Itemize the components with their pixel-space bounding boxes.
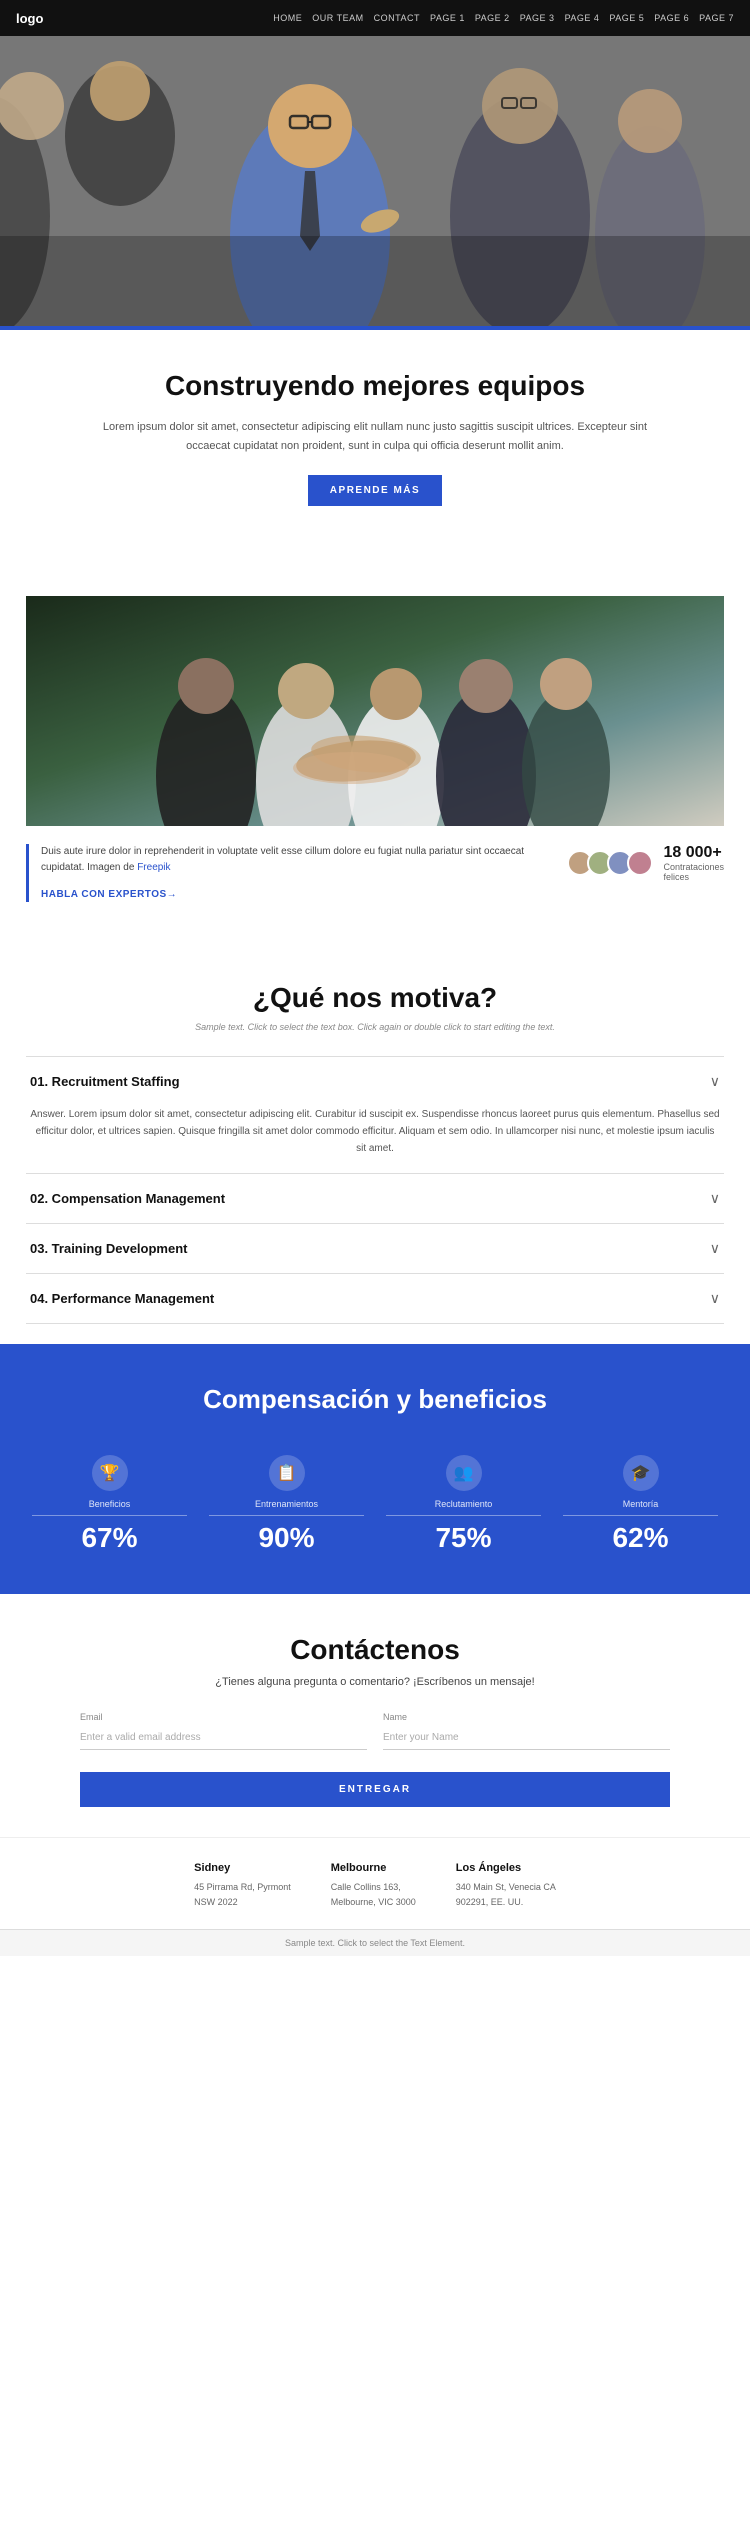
contact-subtitle: ¿Tienes alguna pregunta o comentario? ¡E…: [80, 1676, 670, 1688]
beneficios-label: Beneficios: [32, 1499, 187, 1516]
spacer2: [0, 922, 750, 942]
accordion-header-04[interactable]: 04. Performance Management ∨: [26, 1274, 724, 1323]
nav-page1[interactable]: PAGE 1: [430, 13, 465, 23]
entrenamientos-icon: 📋: [269, 1455, 305, 1491]
nav-page3[interactable]: PAGE 3: [520, 13, 555, 23]
stats-number: 18 000+: [663, 844, 724, 862]
name-label: Name: [383, 1712, 670, 1722]
contact-form: Email Name ENTREGAR: [80, 1712, 670, 1807]
nav-page2[interactable]: PAGE 2: [475, 13, 510, 23]
spacer1: [0, 536, 750, 566]
chevron-icon-04: ∨: [710, 1290, 720, 1307]
nav-page7[interactable]: PAGE 7: [699, 13, 734, 23]
navbar: logo HOME OUR TEAM CONTACT PAGE 1 PAGE 2…: [0, 0, 750, 36]
motiva-title: ¿Qué nos motiva?: [26, 982, 724, 1014]
accordion-header-03[interactable]: 03. Training Development ∨: [26, 1224, 724, 1273]
nav-page6[interactable]: PAGE 6: [654, 13, 689, 23]
accordion-title-03: 03. Training Development: [30, 1241, 188, 1256]
reclutamiento-percent: 75%: [386, 1522, 541, 1554]
comp-card-mentoria: 🎓 Mentoría 62%: [557, 1445, 724, 1564]
team-image: [26, 596, 724, 826]
address-losangeles: 340 Main St, Venecia CA902291, EE. UU.: [456, 1880, 556, 1909]
location-sidney: Sidney 45 Pirrama Rd, PyrmontNSW 2022: [194, 1862, 291, 1909]
avatar-4: [627, 850, 653, 876]
section-team-image: [0, 566, 750, 826]
location-losangeles: Los Ángeles 340 Main St, Venecia CA90229…: [456, 1862, 556, 1909]
reclutamiento-icon: 👥: [446, 1455, 482, 1491]
accordion-item-02: 02. Compensation Management ∨: [26, 1174, 724, 1224]
comp-grid: 🏆 Beneficios 67% 📋 Entrenamientos 90% 👥 …: [26, 1445, 724, 1564]
accordion-header-01[interactable]: 01. Recruitment Staffing ∨: [26, 1057, 724, 1106]
bottom-bar: Sample text. Click to select the Text El…: [0, 1929, 750, 1956]
stats-body: Duis aute irure dolor in reprehenderit i…: [41, 844, 547, 876]
beneficios-percent: 67%: [32, 1522, 187, 1554]
entrenamientos-label: Entrenamientos: [209, 1499, 364, 1516]
accordion-body-01: Answer. Lorem ipsum dolor sit amet, cons…: [26, 1106, 724, 1173]
comp-card-beneficios: 🏆 Beneficios 67%: [26, 1445, 193, 1564]
accordion: 01. Recruitment Staffing ∨ Answer. Lorem…: [26, 1056, 724, 1324]
accordion-title-04: 04. Performance Management: [30, 1291, 214, 1306]
habla-link[interactable]: HABLA CON EXPERTOS→: [41, 889, 177, 900]
accordion-title-01: 01. Recruitment Staffing: [30, 1074, 180, 1089]
nav-links: HOME OUR TEAM CONTACT PAGE 1 PAGE 2 PAGE…: [273, 13, 734, 23]
name-input[interactable]: [383, 1726, 670, 1750]
accordion-answer-01: Answer. Lorem ipsum dolor sit amet, cons…: [30, 1106, 720, 1157]
email-label: Email: [80, 1712, 367, 1722]
city-melbourne: Melbourne: [331, 1862, 416, 1874]
stats-text: Duis aute irure dolor in reprehenderit i…: [26, 844, 547, 902]
section-contact: Contáctenos ¿Tienes alguna pregunta o co…: [0, 1594, 750, 1837]
accordion-header-02[interactable]: 02. Compensation Management ∨: [26, 1174, 724, 1223]
motiva-subtitle: Sample text. Click to select the text bo…: [26, 1022, 724, 1032]
construyendo-title: Construyendo mejores equipos: [80, 370, 670, 402]
stats-label: Contratacionesfelices: [663, 862, 724, 882]
avatar-group: [567, 850, 653, 876]
city-sidney: Sidney: [194, 1862, 291, 1874]
section-stats: Duis aute irure dolor in reprehenderit i…: [0, 826, 750, 922]
accordion-item-04: 04. Performance Management ∨: [26, 1274, 724, 1324]
reclutamiento-label: Reclutamiento: [386, 1499, 541, 1516]
chevron-icon-02: ∨: [710, 1190, 720, 1207]
accordion-item-03: 03. Training Development ∨: [26, 1224, 724, 1274]
footer-locations: Sidney 45 Pirrama Rd, PyrmontNSW 2022 Me…: [0, 1837, 750, 1929]
hero-image: [0, 36, 750, 326]
nav-our-team[interactable]: OUR TEAM: [312, 13, 363, 23]
nav-contact[interactable]: CONTACT: [374, 13, 420, 23]
section-motiva: ¿Qué nos motiva? Sample text. Click to s…: [0, 942, 750, 1344]
mentoria-icon: 🎓: [623, 1455, 659, 1491]
email-input[interactable]: [80, 1726, 367, 1750]
contact-title: Contáctenos: [80, 1634, 670, 1666]
accordion-item-01: 01. Recruitment Staffing ∨ Answer. Lorem…: [26, 1057, 724, 1174]
stats-right: 18 000+ Contratacionesfelices: [567, 844, 724, 882]
comp-title: Compensación y beneficios: [26, 1384, 724, 1415]
form-row: Email Name: [80, 1712, 670, 1750]
email-group: Email: [80, 1712, 367, 1750]
name-group: Name: [383, 1712, 670, 1750]
mentoria-percent: 62%: [563, 1522, 718, 1554]
hero-section: [0, 36, 750, 326]
mentoria-label: Mentoría: [563, 1499, 718, 1516]
bottom-bar-text: Sample text. Click to select the Text El…: [285, 1938, 465, 1948]
stats-count: 18 000+ Contratacionesfelices: [663, 844, 724, 882]
beneficios-icon: 🏆: [92, 1455, 128, 1491]
section-construyendo: Construyendo mejores equipos Lorem ipsum…: [0, 326, 750, 536]
submit-button[interactable]: ENTREGAR: [80, 1772, 670, 1807]
nav-home[interactable]: HOME: [273, 13, 302, 23]
nav-page4[interactable]: PAGE 4: [565, 13, 600, 23]
comp-card-entrenamientos: 📋 Entrenamientos 90%: [203, 1445, 370, 1564]
chevron-icon-03: ∨: [710, 1240, 720, 1257]
comp-card-reclutamiento: 👥 Reclutamiento 75%: [380, 1445, 547, 1564]
city-losangeles: Los Ángeles: [456, 1862, 556, 1874]
section-compensation: Compensación y beneficios 🏆 Beneficios 6…: [0, 1344, 750, 1594]
chevron-icon-01: ∨: [710, 1073, 720, 1090]
location-melbourne: Melbourne Calle Collins 163,Melbourne, V…: [331, 1862, 416, 1909]
nav-page5[interactable]: PAGE 5: [609, 13, 644, 23]
address-sidney: 45 Pirrama Rd, PyrmontNSW 2022: [194, 1880, 291, 1909]
aprende-mas-button[interactable]: APRENDE MÁS: [308, 475, 442, 506]
entrenamientos-percent: 90%: [209, 1522, 364, 1554]
address-melbourne: Calle Collins 163,Melbourne, VIC 3000: [331, 1880, 416, 1909]
construyendo-body: Lorem ipsum dolor sit amet, consectetur …: [80, 418, 670, 455]
accordion-title-02: 02. Compensation Management: [30, 1191, 225, 1206]
logo[interactable]: logo: [16, 11, 43, 26]
